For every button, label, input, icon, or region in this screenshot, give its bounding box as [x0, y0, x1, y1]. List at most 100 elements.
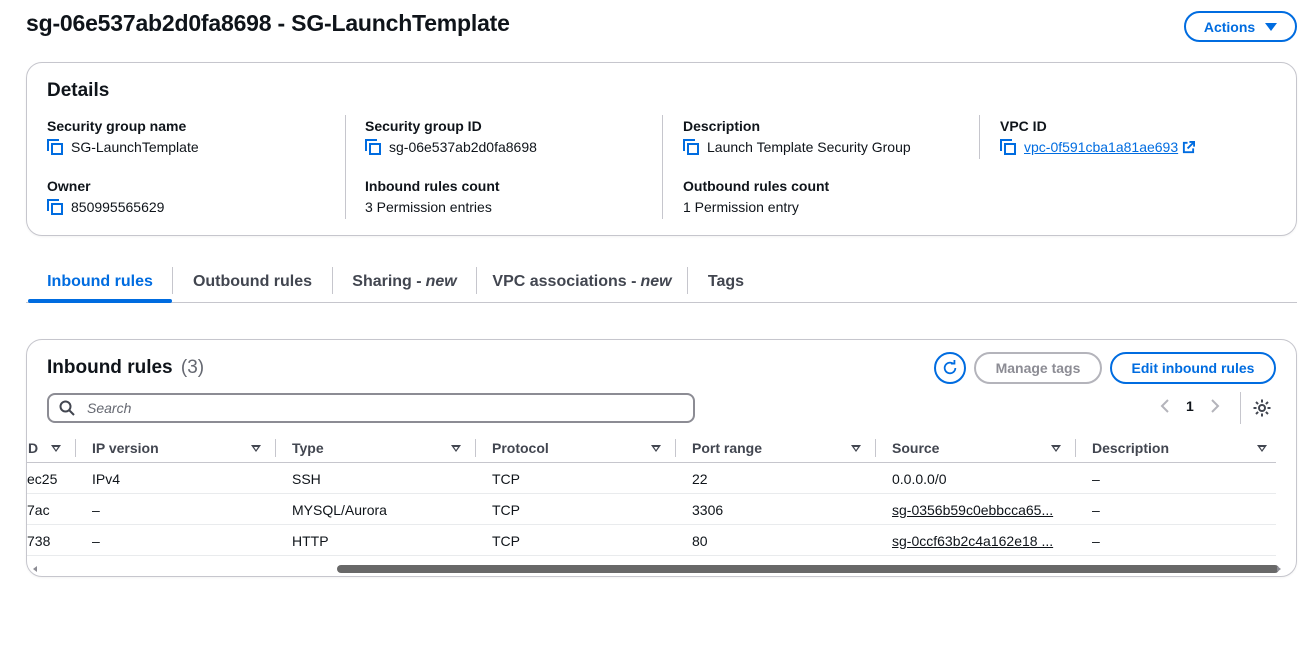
column-divider[interactable] [275, 439, 276, 457]
sort-icon[interactable] [1257, 445, 1267, 452]
cell-port-range: 80 [692, 532, 708, 549]
cell-port-range: 22 [692, 470, 708, 487]
field-label: Outbound rules count [683, 178, 830, 194]
cell-ip-version: – [92, 532, 100, 549]
column-divider[interactable] [1075, 439, 1076, 457]
column-header-source[interactable]: Source [892, 433, 939, 463]
scrollbar-thumb[interactable] [337, 565, 1279, 573]
column-divider [345, 115, 346, 219]
new-badge: new [425, 273, 457, 290]
field-security-group-name: Security group name SG-LaunchTemplate [47, 118, 199, 155]
search-field[interactable] [47, 393, 695, 423]
copy-icon[interactable] [47, 199, 63, 215]
search-input[interactable] [85, 399, 645, 417]
tab-inbound-rules[interactable]: Inbound rules [28, 262, 172, 303]
tab-sharing[interactable]: Sharing - new [333, 262, 476, 302]
horizontal-scrollbar[interactable] [29, 564, 1281, 574]
cell-rule-id: 738 [27, 532, 51, 549]
copy-icon[interactable] [683, 139, 699, 155]
tab-tags[interactable]: Tags [688, 262, 764, 302]
field-label: VPC ID [1000, 118, 1047, 134]
column-header-protocol[interactable]: Protocol [492, 433, 549, 463]
manage-tags-button[interactable]: Manage tags [974, 352, 1102, 384]
tab-label: Tags [707, 273, 745, 290]
copy-icon[interactable] [47, 139, 63, 155]
field-label: Description [683, 118, 761, 134]
field-value: SG-LaunchTemplate [71, 139, 199, 155]
cell-ip-version: IPv4 [92, 470, 121, 487]
chevron-right-icon[interactable] [1210, 399, 1220, 413]
table-row[interactable]: 738 – HTTP TCP 80 sg-0ccf63b2c4a162e18 .… [27, 525, 1276, 556]
field-vpc-id: VPC ID vpc-0f591cba1a81ae693 [1000, 118, 1196, 155]
column-header-id[interactable]: D [28, 433, 38, 463]
refresh-icon [943, 360, 957, 375]
source-security-group-link[interactable]: sg-0356b59c0ebbcca65... [892, 494, 1072, 525]
field-label: Owner [47, 178, 91, 194]
copy-icon[interactable] [365, 139, 381, 155]
sort-icon[interactable] [51, 445, 61, 452]
scroll-left-arrow-icon[interactable] [33, 566, 37, 572]
column-divider[interactable] [475, 439, 476, 457]
cell-ip-version: – [92, 501, 100, 518]
column-header-port-range[interactable]: Port range [692, 433, 762, 463]
column-divider[interactable] [75, 439, 76, 457]
field-value: 3 Permission entries [365, 199, 492, 215]
cell-type: SSH [292, 470, 321, 487]
cell-protocol: TCP [492, 470, 520, 487]
field-outbound-rules-count: Outbound rules count 1 Permission entry [683, 178, 829, 215]
cell-description: – [1092, 501, 1100, 518]
edit-inbound-rules-button[interactable]: Edit inbound rules [1110, 352, 1276, 384]
refresh-button[interactable] [934, 352, 966, 384]
actions-label: Actions [1203, 18, 1256, 35]
table-row[interactable]: ec25 IPv4 SSH TCP 22 0.0.0.0/0 – [27, 463, 1276, 494]
new-badge: new [640, 273, 672, 290]
page-number[interactable]: 1 [1186, 398, 1194, 414]
details-title: Details [47, 80, 110, 101]
sort-icon[interactable] [1051, 445, 1061, 452]
sort-icon[interactable] [451, 445, 461, 452]
pagination: 1 [1160, 398, 1220, 414]
chevron-left-icon[interactable] [1160, 399, 1170, 413]
field-inbound-rules-count: Inbound rules count 3 Permission entries [365, 178, 500, 215]
gear-icon[interactable] [1252, 398, 1272, 418]
field-value: sg-06e537ab2d0fa8698 [389, 139, 537, 155]
field-value: 850995565629 [71, 199, 165, 215]
inbound-rules-count: (3) [180, 357, 205, 378]
cell-port-range: 3306 [692, 501, 724, 518]
tab-label: VPC associations - [492, 273, 637, 290]
column-divider[interactable] [675, 439, 676, 457]
table-header: D IP version Type Protocol Port range So… [27, 433, 1276, 463]
cell-source: 0.0.0.0/0 [892, 470, 947, 487]
copy-icon[interactable] [1000, 139, 1016, 155]
scroll-right-arrow-icon[interactable] [1277, 566, 1281, 572]
actions-button[interactable]: Actions [1184, 11, 1297, 42]
caret-down-icon [1265, 22, 1278, 31]
column-header-ip-version[interactable]: IP version [92, 433, 159, 463]
column-divider[interactable] [875, 439, 876, 457]
tab-vpc-associations[interactable]: VPC associations - new [477, 262, 687, 302]
tab-label: Inbound rules [47, 273, 153, 290]
source-security-group-link[interactable]: sg-0ccf63b2c4a162e18 ... [892, 525, 1072, 556]
column-header-type[interactable]: Type [292, 433, 324, 463]
vpc-id-link[interactable]: vpc-0f591cba1a81ae693 [1024, 139, 1178, 155]
cell-description: – [1092, 532, 1100, 549]
field-description: Description Launch Template Security Gro… [683, 118, 911, 155]
sort-icon[interactable] [251, 445, 261, 452]
sort-icon[interactable] [851, 445, 861, 452]
sort-icon[interactable] [651, 445, 661, 452]
cell-protocol: TCP [492, 532, 520, 549]
tab-outbound-rules[interactable]: Outbound rules [173, 262, 332, 302]
field-label: Security group ID [365, 118, 482, 134]
cell-protocol: TCP [492, 501, 520, 518]
cell-rule-id: 7ac [27, 501, 50, 518]
tab-bar: Inbound rules Outbound rules Sharing - n… [26, 262, 1297, 303]
cell-description: – [1092, 470, 1100, 487]
column-header-description[interactable]: Description [1092, 433, 1169, 463]
inbound-rules-panel: Inbound rules (3) Manage tags Edit inbou… [26, 339, 1297, 577]
field-value: Launch Template Security Group [707, 139, 911, 155]
column-divider [979, 115, 980, 159]
tab-label: Sharing - [352, 273, 422, 290]
rules-table: D IP version Type Protocol Port range So… [27, 433, 1276, 557]
inbound-rules-heading: Inbound rules [47, 357, 173, 378]
table-row[interactable]: 7ac – MYSQL/Aurora TCP 3306 sg-0356b59c0… [27, 494, 1276, 525]
